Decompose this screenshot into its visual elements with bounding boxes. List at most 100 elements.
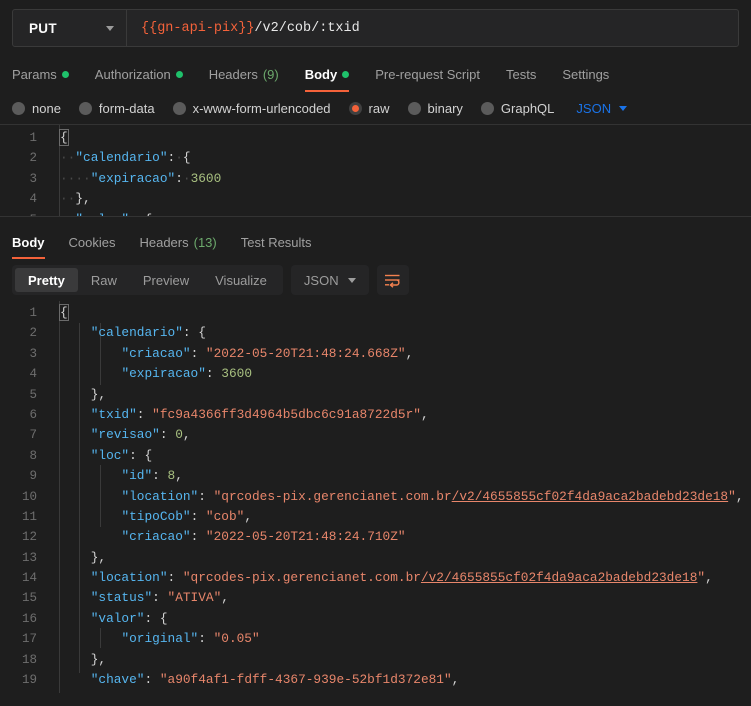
code-line-text: { (46, 128, 751, 148)
line-number: 6 (29, 407, 37, 422)
body-type-radio-x-www-form-urlencoded[interactable]: x-www-form-urlencoded (172, 100, 349, 116)
request-body-format-select[interactable]: JSON (576, 100, 628, 116)
request-tab-label: Settings (562, 66, 610, 82)
body-type-label: raw (368, 100, 390, 116)
line-number: 1 (29, 306, 37, 320)
code-token: : (175, 170, 183, 186)
response-tab-body[interactable]: Body (12, 225, 57, 259)
request-tab-body[interactable]: Body (292, 56, 363, 92)
code-token: 3600 (221, 366, 252, 382)
body-type-label: GraphQL (500, 100, 555, 116)
request-tab-count: (9) (262, 66, 279, 82)
radio-button-icon[interactable] (348, 101, 362, 115)
code-token: "cob" (205, 508, 245, 524)
code-line: 15 "status": "ATIVA", (0, 588, 751, 608)
code-line-text: }, (46, 650, 751, 670)
code-line: 19 "chave": "a90f4af1-fdff-4367-939e-52b… (0, 670, 751, 690)
code-line: 4 "expiracao": 3600 (0, 364, 751, 384)
radio-button-icon[interactable] (480, 101, 494, 115)
code-line-text: "criacao": "2022-05-20T21:48:24.710Z" (46, 527, 751, 547)
line-number: 3 (29, 346, 37, 361)
body-type-radio-raw[interactable]: raw (348, 100, 408, 116)
line-number: 18 (21, 652, 37, 667)
code-line: 1{ (0, 303, 751, 323)
line-number: 17 (21, 632, 37, 647)
code-token[interactable]: /v2/4655855cf02f4da9aca2badebd23de18 (452, 489, 728, 504)
pane-splitter[interactable] (0, 217, 751, 225)
code-line: 1{ (0, 128, 751, 148)
code-line: 14 "location": "qrcodes-pix.gerencianet.… (0, 568, 751, 588)
code-token: : (244, 692, 259, 693)
response-view-preview[interactable]: Preview (130, 268, 202, 292)
body-type-row: none form-data x-www-form-urlencoded raw bin… (0, 92, 751, 124)
code-token: , (182, 427, 191, 443)
body-type-radio-none[interactable]: none (12, 101, 79, 116)
response-tabs: Body Cookies Headers (13) Test Results (0, 225, 751, 259)
request-tab-headers[interactable]: Headers (9) (196, 56, 292, 92)
code-line: 17 "original": "0.05" (0, 629, 751, 649)
request-body-format-label: JSON (576, 100, 612, 116)
radio-button-icon[interactable] (12, 101, 25, 115)
line-number: 2 (29, 326, 37, 341)
body-type-label: x-www-form-urlencoded (192, 100, 331, 116)
response-tab-headers[interactable]: Headers (13) (127, 225, 228, 259)
word-wrap-button[interactable] (376, 265, 409, 295)
request-url-input[interactable]: {{gn-api-pix}}/v2/cob/:txid (127, 10, 738, 46)
response-body-editor[interactable]: 1{2 "calendario": {3 "criacao": "2022-05… (0, 301, 751, 693)
radio-button-icon[interactable] (78, 101, 92, 115)
code-token: "location" (121, 488, 199, 504)
code-token: "txid" (90, 406, 137, 422)
radio-button-icon[interactable] (407, 101, 421, 115)
response-view-pretty[interactable]: Pretty (15, 268, 78, 292)
body-type-radio-form-data[interactable]: form-data (78, 101, 173, 116)
response-view-visualize[interactable]: Visualize (202, 268, 280, 292)
code-line-text: "txid": "fc9a4366ff3d4964b5dbc6c91a8722d… (46, 405, 751, 425)
code-token: ·· (60, 212, 75, 216)
code-line-text: "id": 8, (46, 466, 751, 486)
response-tab-cookies[interactable]: Cookies (57, 225, 128, 259)
code-token: : (159, 427, 176, 443)
code-token: "original" (121, 631, 199, 647)
request-body-editor[interactable]: 1{2 ··"calendario":·{3 ····"expiracao":·36… (0, 124, 751, 217)
code-line-text: ··"valor":·{ (46, 210, 751, 216)
body-type-radio-graphql[interactable]: GraphQL (480, 100, 572, 116)
code-token: "calendario" (75, 150, 168, 166)
response-tab-label: Body (12, 234, 45, 250)
line-number: 9 (29, 469, 37, 484)
code-token: : (136, 406, 153, 422)
code-token: "solicitacaoPagador" (91, 692, 245, 693)
response-format-select[interactable]: JSON (290, 265, 369, 295)
code-token: "expiracao" (121, 366, 206, 382)
url-variable-token: {{gn-api-pix}} (141, 20, 255, 36)
code-token: , (451, 672, 460, 688)
line-number: 11 (21, 509, 37, 524)
code-token: }, (90, 386, 107, 402)
response-tab-test-results[interactable]: Test Results (229, 225, 324, 259)
code-token: "criacao" (121, 529, 191, 545)
request-tab-pre-request-script[interactable]: Pre-request Script (362, 56, 493, 92)
code-token: , (405, 345, 414, 361)
code-token[interactable]: /v2/4655855cf02f4da9aca2badebd23de18 (421, 570, 697, 585)
code-token: 3600 (190, 170, 222, 186)
request-tab-params[interactable]: Params (12, 56, 82, 92)
radio-button-icon[interactable] (172, 101, 186, 115)
request-tab-tests[interactable]: Tests (493, 56, 549, 92)
code-line-text: }, (46, 548, 751, 568)
code-token: , (175, 468, 183, 484)
code-token: "expiracao" (90, 170, 176, 186)
request-tab-authorization[interactable]: Authorization (82, 56, 196, 92)
request-tab-settings[interactable]: Settings (549, 56, 622, 92)
code-token: "location" (90, 570, 168, 586)
response-tab-label: Headers (139, 234, 189, 250)
http-method-select[interactable]: PUT (13, 10, 127, 46)
response-view-raw[interactable]: Raw (78, 268, 130, 292)
code-token: : (198, 488, 214, 504)
body-type-radio-binary[interactable]: binary (407, 101, 481, 116)
